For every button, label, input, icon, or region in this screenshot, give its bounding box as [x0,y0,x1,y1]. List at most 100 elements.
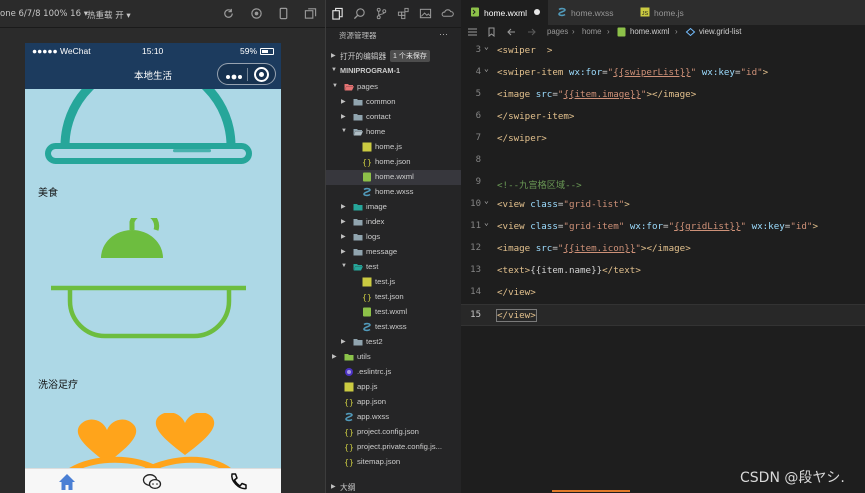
tree-item[interactable]: app.js [326,380,462,395]
project-label: MINIPROGRAM-1 [340,66,400,75]
json-file-icon: {} [344,397,354,407]
tree-item[interactable]: {} test.json [326,290,462,305]
fold-chevron-icon[interactable]: ⌄ [484,42,489,51]
code-line[interactable]: 8 [461,150,865,172]
tree-item[interactable]: ▶ logs [326,230,462,245]
image-icon[interactable] [419,7,432,20]
tree-item-label: sitemap.json [357,457,401,466]
code-line[interactable]: 12 <image src="{{item.icon}}"></image> [461,238,865,260]
extensions-icon[interactable] [397,7,410,20]
line-number: 15 [470,310,481,320]
forward-arrow-icon[interactable] [526,27,537,37]
tree-item[interactable]: {} app.json [326,395,462,410]
simulator-panel: one 6/7/8 100% 16 ▾ 热重载 开 ▾ ●●●●● WeChat… [0,0,325,493]
code-line[interactable]: 4 ⌄ <swiper-item wx:for="{{swiperList}}" w… [461,62,865,84]
tree-item[interactable]: ▶ index [326,215,462,230]
status-bar: ●●●●● WeChat 15:10 59% [25,43,281,60]
tree-item[interactable]: ▶ utils [326,350,462,365]
tree-item[interactable]: home.js [326,140,462,155]
tree-item[interactable]: {} sitemap.json [326,455,462,470]
tree-item[interactable]: ▶ contact [326,110,462,125]
breadcrumb-file[interactable]: home.wxml [630,27,669,36]
code-line[interactable]: 11 ⌄ <view class="grid-item" wx:for="{{gri… [461,216,865,238]
home-icon[interactable] [57,472,77,491]
copy-window-icon[interactable] [304,7,317,20]
code-text: </swiper> [497,133,547,144]
line-number: 7 [475,133,481,143]
line-number: 14 [470,287,481,297]
tree-item[interactable]: home.wxss [326,185,462,200]
code-line[interactable]: 5 <image src="{{item.image}}"></image> [461,84,865,106]
tree-item[interactable]: home.wxml [326,170,462,185]
tree-item-label: home [366,127,386,136]
tree-item[interactable]: {} project.private.config.js... [326,440,462,455]
refresh-icon[interactable] [222,7,235,20]
code-line[interactable]: 14 </view> [461,282,865,304]
svg-text:JS: JS [642,11,649,17]
line-number: 5 [475,89,481,99]
fold-chevron-icon[interactable]: ⌄ [484,196,489,205]
tree-item[interactable]: app.wxss [326,410,462,425]
code-line[interactable]: 15 </view> [461,304,865,326]
tree-item[interactable]: ▶ message [326,245,462,260]
editor-tabs: home.wxml home.wxss JS home.js [461,0,865,25]
more-dots-icon[interactable] [224,68,244,80]
folder-icon [353,202,363,212]
tree-item[interactable]: ▼ home [326,125,462,140]
project-section[interactable]: ▼ MINIPROGRAM-1 [326,64,462,79]
code-line[interactable]: 3 ⌄ <swiper > [461,40,865,62]
fold-chevron-icon[interactable]: ⌄ [484,218,489,227]
code-line[interactable]: 6 </swiper-item> [461,106,865,128]
outline-section[interactable]: ▶ 大纲 [326,480,462,493]
js-file-icon [344,382,354,392]
breadcrumb-separator: › [607,27,610,36]
back-arrow-icon[interactable] [506,27,517,37]
bookmark-icon[interactable] [486,27,497,37]
search-icon[interactable] [353,7,366,20]
code-line[interactable]: 13 <text>{{item.name}}</text> [461,260,865,282]
more-actions-icon[interactable]: ··· [439,29,448,39]
tree-item[interactable]: {} home.json [326,155,462,170]
breadcrumb-home[interactable]: home [582,27,602,36]
tree-item[interactable]: test.js [326,275,462,290]
open-editors-section[interactable]: ▶ 打开的编辑器 1 个未保存 [326,49,462,64]
tree-item-label: test.js [375,277,396,286]
close-miniprogram-icon[interactable] [254,67,269,82]
tab-home-wxss[interactable]: home.wxss [548,0,631,25]
tab-bar [25,468,281,493]
tree-item[interactable]: ▶ test2 [326,335,462,350]
tab-label: home.wxss [571,8,614,18]
record-icon[interactable] [250,7,263,20]
unsaved-badge: 1 个未保存 [390,50,430,62]
cloud-icon[interactable] [441,7,454,20]
tree-item[interactable]: ▶ image [326,200,462,215]
tree-item[interactable]: {} project.config.json [326,425,462,440]
breadcrumb-pages[interactable]: pages [547,27,568,36]
tree-item-label: test2 [366,337,383,346]
ide-window: one 6/7/8 100% 16 ▾ 热重载 开 ▾ ●●●●● WeChat… [0,0,865,493]
svg-text:{}: {} [344,458,354,467]
breadcrumb-symbol[interactable]: view.grid-list [699,27,741,36]
tree-item[interactable]: ▼ pages [326,80,462,95]
activity-toolbar [326,0,462,28]
list-icon[interactable] [467,27,478,37]
code-line[interactable]: 7 </swiper> [461,128,865,150]
tree-item[interactable]: .eslintrc.js [326,365,462,380]
battery-icon [260,48,274,55]
tree-item[interactable]: ▼ test [326,260,462,275]
source-control-icon[interactable] [375,7,388,20]
tree-item[interactable]: test.wxss [326,320,462,335]
files-icon[interactable] [331,7,344,20]
phone-icon[interactable] [228,472,248,491]
device-icon[interactable] [277,7,290,20]
hot-reload-toggle[interactable]: 热重载 开 ▾ [87,9,131,21]
code-line[interactable]: 10 ⌄ <view class="grid-list"> [461,194,865,216]
tree-item[interactable]: ▶ common [326,95,462,110]
fold-chevron-icon[interactable]: ⌄ [484,64,489,73]
device-selector[interactable]: one 6/7/8 100% 16 ▾ [0,9,88,19]
tab-home-wxml[interactable]: home.wxml [461,0,548,25]
message-icon[interactable] [142,472,162,491]
tab-home-js[interactable]: JS home.js [631,0,711,25]
tree-item[interactable]: test.wxml [326,305,462,320]
code-line[interactable]: 9 <!--九宫格区域--> [461,172,865,194]
